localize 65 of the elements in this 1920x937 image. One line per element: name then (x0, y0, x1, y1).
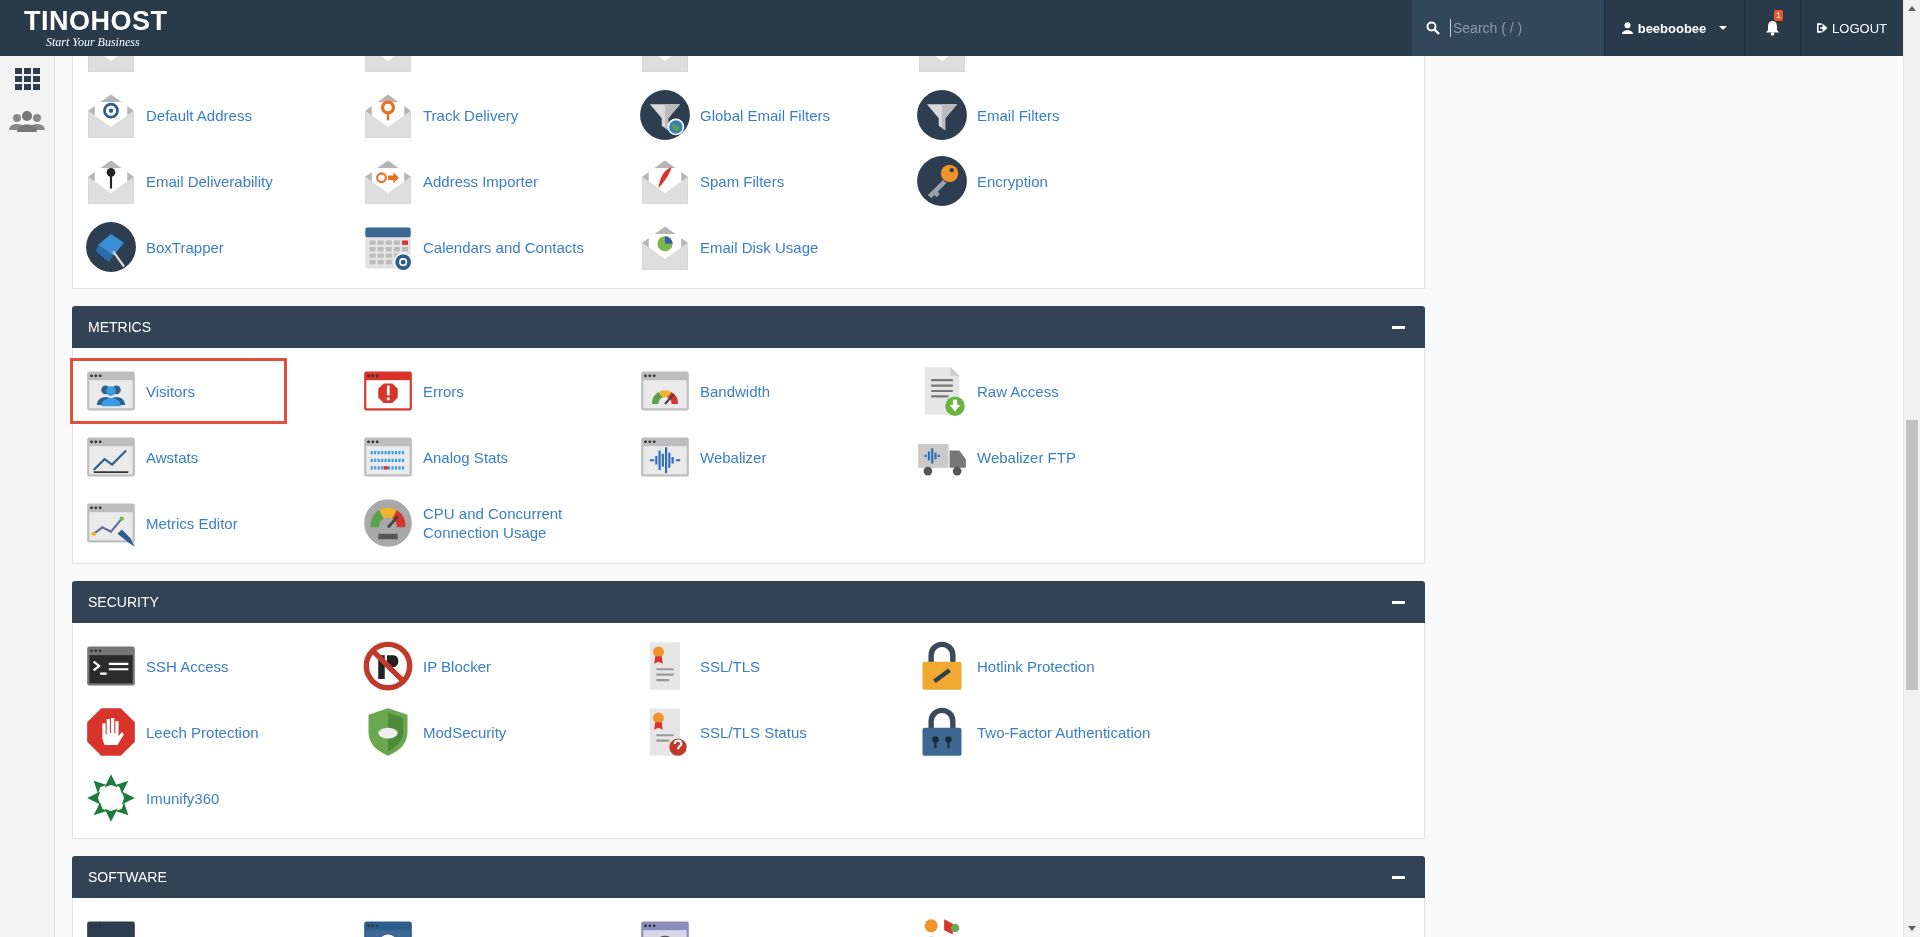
tool-link[interactable]: Imunify360 (70, 765, 287, 831)
tool-link[interactable]: Spam Filters (624, 148, 841, 214)
tool-link[interactable]: SSL/TLS Status (624, 699, 841, 765)
minus-icon (1392, 325, 1405, 329)
funnel-icon (639, 89, 691, 141)
scrollbar-thumb[interactable] (1906, 420, 1918, 690)
section-header[interactable]: SECURITY (72, 581, 1425, 623)
tool-link[interactable]: Raw Access (901, 358, 1118, 424)
star-icon (85, 772, 137, 824)
hand-icon (85, 706, 137, 758)
tool-link[interactable]: Webalizer FTP (901, 424, 1118, 490)
tool-link[interactable]: Visitors (70, 358, 287, 424)
user-menu[interactable]: beeboobee (1604, 0, 1744, 56)
minus-icon (1392, 875, 1405, 879)
grid-icon (14, 68, 40, 90)
logout-icon (1817, 22, 1828, 34)
tool-link[interactable]: IP Blocker (347, 633, 564, 699)
search-field[interactable]: Search ( / ) (1450, 19, 1585, 37)
tool-link[interactable]: Email Filters (901, 82, 1118, 148)
scroll-down-icon[interactable] (1908, 926, 1916, 931)
tool-link[interactable]: Bandwidth (624, 358, 841, 424)
tool-link[interactable]: ModSecurity (347, 699, 564, 765)
bell-icon (1765, 20, 1780, 36)
logo-text: TINOHOST (24, 6, 168, 35)
tool-link[interactable]: Default Address (70, 82, 287, 148)
notification-badge: 1 (1774, 10, 1783, 21)
box-icon (85, 221, 137, 273)
tool-link[interactable]: Track Delivery (347, 82, 564, 148)
tool-link[interactable]: Calendars and Contacts (347, 214, 599, 280)
no-entry-icon (362, 640, 414, 692)
notifications-button[interactable]: 1 (1744, 0, 1800, 56)
section-title: SOFTWARE (88, 869, 168, 885)
tool-link[interactable]: Two-Factor Authentication (901, 699, 1166, 765)
tool-link[interactable]: Metrics Editor (70, 490, 287, 556)
tool-link[interactable]: Errors (347, 358, 564, 424)
tool-link[interactable]: BoxTrapper (70, 214, 287, 280)
tagline: Start Your Business (45, 34, 140, 50)
tool-link[interactable]: CPU and Concurrent Connection Usage (347, 490, 638, 556)
tool-link[interactable]: Address Importer (347, 148, 564, 214)
search-icon (1426, 21, 1440, 35)
minus-icon (1392, 600, 1405, 604)
tool-link[interactable]: Awstats (70, 424, 287, 490)
tool-link[interactable]: Analog Stats (347, 424, 564, 490)
scroll-up-icon[interactable] (1908, 6, 1916, 11)
section-header[interactable]: SOFTWARE (72, 856, 1425, 898)
users-icon (9, 110, 45, 132)
tool-link[interactable]: SSH Access (70, 633, 287, 699)
user-icon (1621, 22, 1633, 34)
section-title: SECURITY (88, 594, 160, 610)
section-header[interactable]: METRICS (72, 306, 1425, 348)
apps-button[interactable] (14, 68, 40, 90)
tool-link[interactable]: SSL/TLS (624, 633, 841, 699)
tool-link[interactable]: Leech Protection (70, 699, 287, 765)
gauge-icon (362, 497, 414, 549)
tool-link[interactable]: Encryption (901, 148, 1118, 214)
key-icon (916, 155, 968, 207)
tool-link[interactable]: Hotlink Protection (901, 633, 1118, 699)
tool-link[interactable]: Email Deliverability (70, 148, 288, 214)
funnel-icon (916, 89, 968, 141)
section-title: METRICS (88, 319, 152, 335)
caret-icon (1719, 25, 1728, 31)
tool-link[interactable]: Webalizer (624, 424, 841, 490)
users-button[interactable] (9, 110, 45, 132)
tool-link[interactable]: Global Email Filters (624, 82, 846, 148)
tool-link[interactable]: Email Disk Usage (624, 214, 841, 280)
